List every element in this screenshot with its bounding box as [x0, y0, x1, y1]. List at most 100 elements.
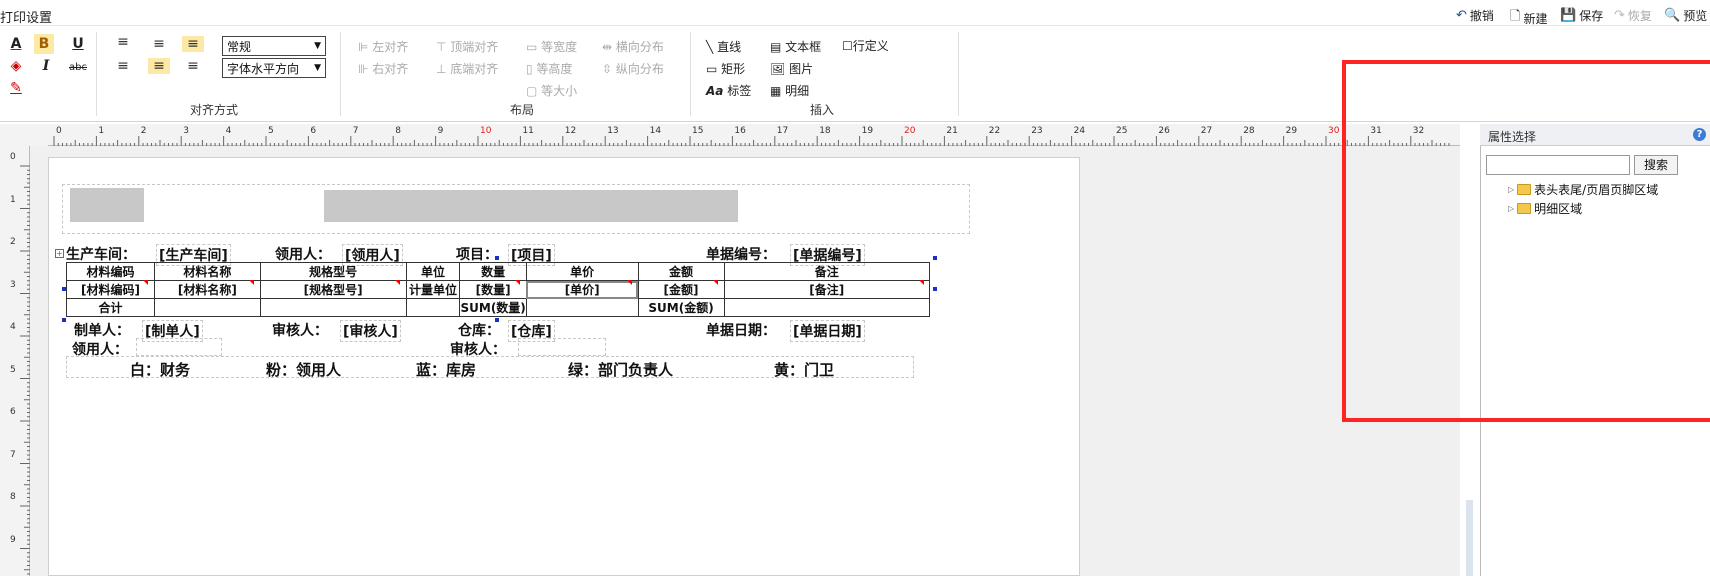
- equal-height-button[interactable]: ▯ 等高度: [526, 60, 572, 77]
- insert-textbox-button[interactable]: ▤ 文本框: [770, 38, 821, 55]
- font-size-select[interactable]: 常规 ▼: [222, 36, 326, 56]
- left-align-button[interactable]: ⊫ 左对齐: [358, 38, 408, 55]
- align-center-icon[interactable]: ≡: [148, 58, 170, 74]
- field-marker: [395, 280, 400, 285]
- bold-icon[interactable]: B: [34, 34, 54, 54]
- header-cell: 数量: [459, 262, 527, 281]
- total-cell[interactable]: [259, 298, 407, 317]
- font-color-icon[interactable]: A: [6, 34, 26, 54]
- selection-handle[interactable]: [62, 287, 66, 291]
- field-cell[interactable]: [规格型号]: [259, 280, 407, 299]
- field-marker: [627, 280, 632, 285]
- field-cell[interactable]: [材料编码]: [66, 280, 155, 299]
- insert-line-button[interactable]: ╲ 直线: [706, 38, 741, 55]
- selection-handle[interactable]: [933, 287, 937, 291]
- expand-icon[interactable]: +: [55, 249, 64, 258]
- ruler-label: 17: [776, 126, 789, 136]
- field-cell[interactable]: [备注]: [723, 280, 930, 299]
- reviewer-field[interactable]: [审核人]: [340, 320, 401, 342]
- ruler-label: 14: [649, 126, 662, 136]
- total-cell[interactable]: [405, 298, 461, 317]
- selection-handle[interactable]: [933, 256, 937, 260]
- ruler-label: 3: [10, 279, 16, 290]
- header-cell: 单价: [525, 262, 639, 281]
- italic-icon[interactable]: I: [36, 56, 56, 76]
- align-left-icon[interactable]: ≡: [112, 58, 134, 74]
- selection-handle[interactable]: [495, 256, 499, 260]
- table-total-row[interactable]: 合计 SUM(数量) SUM(金额): [66, 298, 930, 317]
- underline-icon[interactable]: U: [68, 34, 88, 54]
- ruler-label: 21: [946, 126, 958, 136]
- equal-width-button[interactable]: ▭ 等宽度: [526, 38, 577, 55]
- ruler-label: 19: [861, 126, 874, 136]
- h-distribute-button[interactable]: ⇹ 横向分布: [602, 38, 664, 55]
- save-button[interactable]: 💾 保存: [1560, 7, 1603, 24]
- qty-sum-cell[interactable]: SUM(数量): [459, 298, 527, 317]
- bottom-align-button[interactable]: ⊥ 底端对齐: [436, 60, 498, 77]
- line-label: 直线: [717, 40, 742, 54]
- ruler-label: 4: [225, 126, 232, 136]
- v-distribute-button[interactable]: ⇳ 纵向分布: [602, 60, 664, 77]
- preview-icon: 🔍: [1664, 8, 1681, 23]
- right-align-button[interactable]: ⊪ 右对齐: [358, 60, 408, 77]
- align-right-icon[interactable]: ≡: [182, 58, 204, 74]
- table-header-row: 材料编码 材料名称 规格型号 单位 数量 单价 金额 备注: [66, 262, 930, 281]
- total-cell[interactable]: [153, 298, 261, 317]
- save-label: 保存: [1579, 9, 1604, 23]
- redo-button[interactable]: ↷ 恢复: [1614, 7, 1652, 24]
- align-top-icon[interactable]: ≡: [112, 34, 134, 50]
- field-cell-selected[interactable]: [单价]: [525, 280, 639, 299]
- insert-detail-button[interactable]: ▦ 明细: [770, 82, 809, 99]
- ruler-label: 23: [1031, 126, 1043, 136]
- detail-icon: ▦: [770, 84, 782, 98]
- total-cell[interactable]: [723, 298, 930, 317]
- text-direction-select[interactable]: 字体水平方向 ▼: [222, 58, 326, 78]
- strikethrough-icon[interactable]: abc: [68, 58, 88, 78]
- reviewer2-field[interactable]: [518, 338, 606, 356]
- left-align-label: 左对齐: [372, 40, 409, 54]
- ruler-label: 2: [10, 237, 16, 247]
- right-align-label: 右对齐: [372, 62, 409, 76]
- vertical-scrollbar[interactable]: [1466, 500, 1473, 576]
- total-cell[interactable]: [525, 298, 639, 317]
- detail-table[interactable]: 材料编码 材料名称 规格型号 单位 数量 单价 金额 备注 [材料编码] [材料…: [66, 262, 930, 317]
- total-label-cell: 合计: [66, 298, 155, 317]
- insert-image-button[interactable]: 🖼 图片: [770, 60, 813, 77]
- fill-color-icon[interactable]: ◈: [6, 56, 26, 76]
- field-cell[interactable]: 计量单位: [405, 280, 461, 299]
- table-field-row[interactable]: [材料编码] [材料名称] [规格型号] 计量单位 [数量] [单价] [金额]…: [66, 280, 930, 299]
- insert-row-def-button[interactable]: ☐行定义: [842, 38, 890, 55]
- ruler-label: 7: [352, 126, 359, 136]
- separator: [340, 32, 341, 116]
- layout-group-label: 布局: [510, 103, 535, 117]
- row-def-label: 行定义: [852, 39, 889, 53]
- field-cell[interactable]: [材料名称]: [153, 280, 261, 299]
- amount-sum-cell[interactable]: SUM(金额): [637, 298, 725, 317]
- ruler-label: 28: [1243, 126, 1255, 136]
- field-cell[interactable]: [金额]: [637, 280, 725, 299]
- logo-redacted: [70, 188, 144, 222]
- ruler-label: 0: [10, 152, 16, 162]
- top-align-button[interactable]: ⊤ 顶端对齐: [436, 38, 498, 55]
- rect-label: 矩形: [721, 62, 746, 76]
- selection-handle[interactable]: [62, 318, 66, 322]
- app-title: 打印设置: [0, 11, 53, 26]
- align-middle-icon[interactable]: ≡: [148, 36, 170, 52]
- border-pen-icon[interactable]: ✎: [6, 78, 26, 98]
- save-icon: 💾: [1560, 8, 1577, 23]
- equal-size-button[interactable]: ▢ 等大小: [526, 82, 577, 99]
- insert-label-button[interactable]: Aa 标签: [706, 82, 751, 99]
- title-bar: [0, 0, 1710, 26]
- detail-label: 明细: [785, 84, 810, 98]
- ruler-label: 18: [819, 126, 831, 136]
- doc-date-field[interactable]: [单据日期]: [790, 320, 865, 342]
- undo-icon: ↶: [1456, 8, 1467, 23]
- undo-label: 撤销: [1469, 9, 1494, 23]
- user2-field[interactable]: [136, 338, 222, 356]
- align-bottom-icon[interactable]: ≡: [182, 36, 204, 52]
- undo-button[interactable]: ↶ 撤销: [1456, 7, 1494, 24]
- insert-rect-button[interactable]: ▭ 矩形: [706, 60, 745, 77]
- ruler-corner: [0, 124, 48, 146]
- preview-button[interactable]: 🔍 预览: [1664, 7, 1707, 24]
- field-marker: [919, 280, 924, 285]
